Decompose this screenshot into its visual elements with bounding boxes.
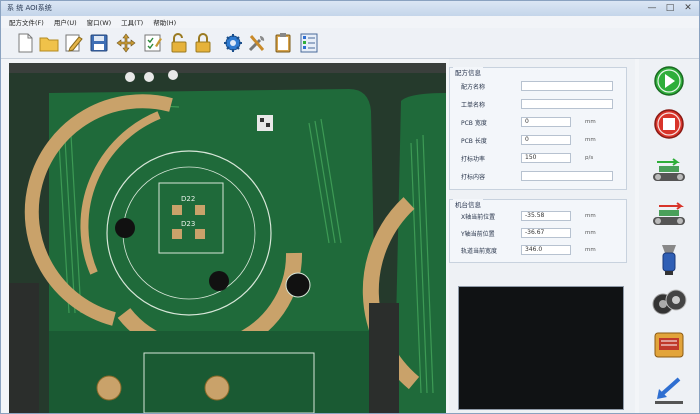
toolbar — [1, 28, 699, 59]
pcb-width-field[interactable]: 0 — [521, 117, 571, 127]
recipe-name-field[interactable] — [521, 81, 613, 91]
conveyor-out-button[interactable] — [649, 197, 689, 233]
window-controls: — □ ✕ — [645, 2, 695, 14]
reel-button[interactable] — [649, 284, 689, 320]
pcb-image: D22 D23 — [9, 63, 446, 413]
pcb-width-label: PCB 宽度 — [461, 119, 487, 127]
vacuum-button[interactable] — [649, 241, 689, 277]
y-axis-position: -36.67 — [521, 228, 571, 238]
pcb-length-unit: mm — [585, 137, 596, 143]
mark-content-field[interactable] — [521, 171, 613, 181]
conveyor-in-icon — [653, 158, 685, 181]
checklist-icon[interactable] — [143, 32, 163, 54]
pcb-width-unit: mm — [585, 119, 596, 125]
mark-power-field[interactable]: 150 — [521, 153, 571, 163]
machine-info-title: 机台信息 — [453, 199, 483, 209]
play-icon — [654, 66, 684, 96]
track-width-unit: mm — [585, 247, 596, 253]
stop-button[interactable] — [649, 106, 689, 142]
info-panel: 配方信息 配方名称 工单名称 PCB 宽度 0 mm PCB 长度 0 mm 打… — [449, 59, 635, 413]
menu-recipe-file[interactable]: 配方文件(F) — [9, 17, 44, 27]
vacuum-icon — [662, 245, 676, 275]
mark-power-unit: p/s — [585, 155, 594, 161]
open-folder-icon[interactable] — [39, 32, 59, 54]
machine-info-group: 机台信息 X轴当前位置 -35.58 mm Y轴当前位置 -36.67 mm 轨… — [449, 199, 627, 263]
window-title: 系 统 AOI系统 — [7, 4, 52, 12]
track-width-label: 轨道当前宽度 — [461, 247, 498, 255]
return-button[interactable] — [649, 371, 689, 407]
edit-icon[interactable] — [64, 32, 84, 54]
preview-window — [458, 286, 624, 410]
conveyor-in-button[interactable] — [649, 153, 689, 189]
work-order-label: 工单名称 — [461, 101, 486, 109]
minimize-button[interactable]: — — [645, 2, 659, 14]
maximize-button[interactable]: □ — [663, 2, 677, 14]
reel-icon — [652, 289, 687, 315]
title-bar: 系 统 AOI系统 — □ ✕ — [1, 1, 699, 16]
clipboard-icon[interactable] — [273, 32, 293, 54]
unlock-icon[interactable] — [169, 32, 189, 54]
move-icon[interactable] — [116, 32, 136, 54]
tools-icon[interactable] — [247, 32, 267, 54]
x-axis-unit: mm — [585, 213, 596, 219]
app-window: 系 统 AOI系统 — □ ✕ 配方文件(F) 用户(U) 窗口(W) 工具(T… — [0, 0, 700, 414]
menu-help[interactable]: 帮助(H) — [153, 17, 176, 27]
camera-view[interactable]: D22 D23 — [9, 63, 446, 413]
lock-icon[interactable] — [193, 32, 213, 54]
menu-tools[interactable]: 工具(T) — [121, 17, 143, 27]
new-file-icon[interactable] — [15, 32, 35, 54]
stop-icon — [654, 109, 684, 139]
action-sidebar — [639, 59, 699, 413]
close-button[interactable]: ✕ — [681, 2, 695, 14]
recipe-info-title: 配方信息 — [453, 67, 483, 77]
component-label-d22: D22 — [181, 195, 195, 203]
menu-user[interactable]: 用户(U) — [54, 17, 77, 27]
y-axis-label: Y轴当前位置 — [461, 230, 495, 238]
track-width-value: 346.0 — [521, 245, 571, 255]
mark-content-label: 打标内容 — [461, 173, 486, 181]
work-order-field[interactable] — [521, 99, 613, 109]
settings-icon[interactable] — [223, 32, 243, 54]
save-icon[interactable] — [89, 32, 109, 54]
feeder-button[interactable] — [649, 327, 689, 363]
pcb-length-label: PCB 长度 — [461, 137, 487, 145]
component-label-d23: D23 — [181, 220, 195, 228]
list-icon[interactable] — [299, 32, 319, 54]
conveyor-out-icon — [653, 202, 685, 225]
mark-power-label: 打标功率 — [461, 155, 486, 163]
return-arrow-icon — [655, 377, 683, 404]
recipe-info-group: 配方信息 配方名称 工单名称 PCB 宽度 0 mm PCB 长度 0 mm 打… — [449, 67, 627, 190]
feeder-icon — [654, 332, 684, 358]
y-axis-unit: mm — [585, 230, 596, 236]
start-button[interactable] — [649, 63, 689, 99]
pcb-length-field[interactable]: 0 — [521, 135, 571, 145]
x-axis-position: -35.58 — [521, 211, 571, 221]
menu-window[interactable]: 窗口(W) — [87, 17, 112, 27]
menu-bar: 配方文件(F) 用户(U) 窗口(W) 工具(T) 帮助(H) — [1, 16, 699, 28]
recipe-name-label: 配方名称 — [461, 83, 486, 91]
x-axis-label: X轴当前位置 — [461, 213, 496, 221]
